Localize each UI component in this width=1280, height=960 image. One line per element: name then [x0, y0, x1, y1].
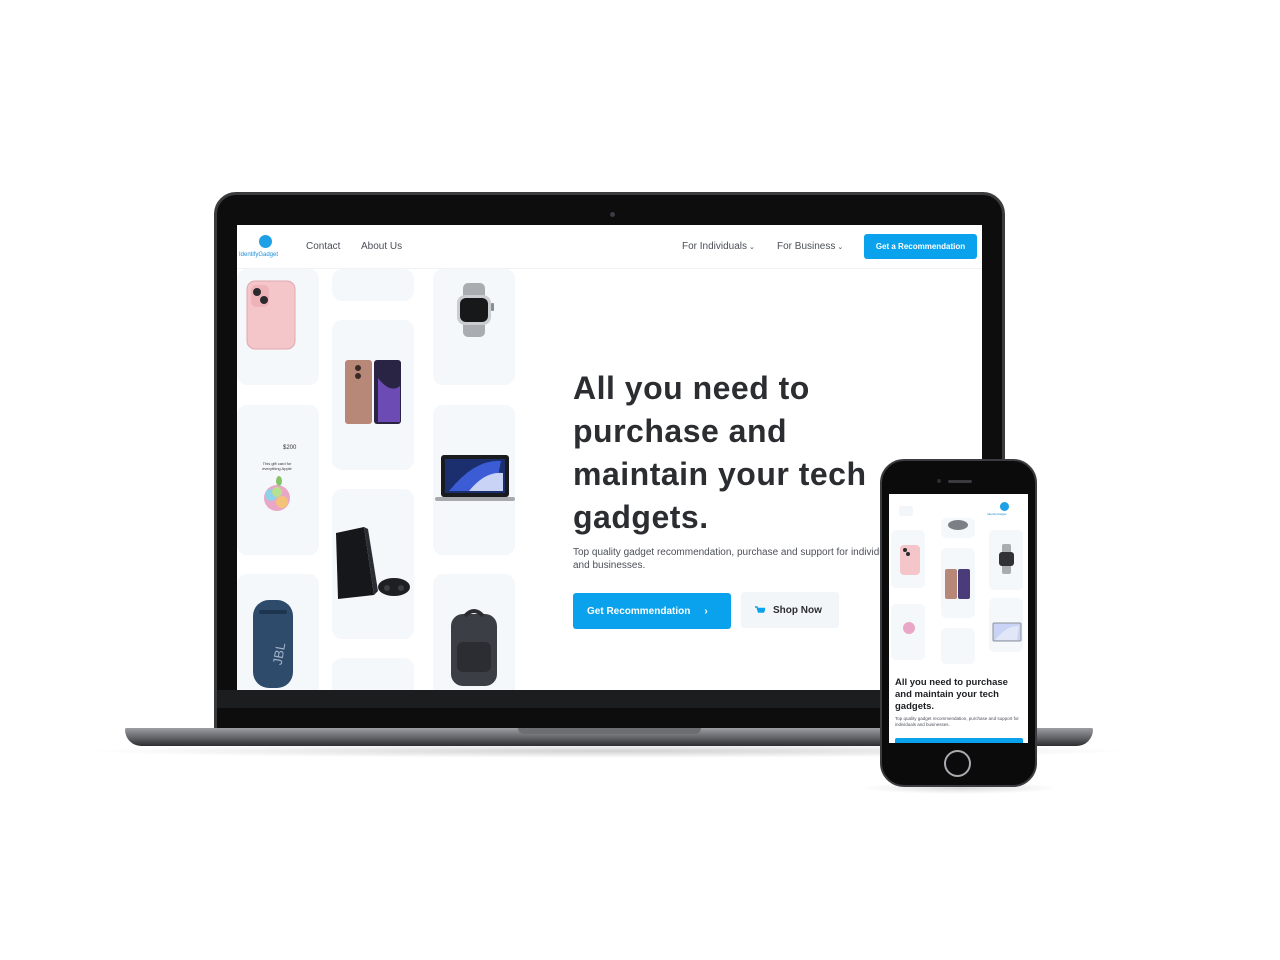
mobile-iphone-image [900, 545, 920, 575]
chevron-down-icon: ⌄ [749, 244, 755, 251]
gift-card-amount: $200 [283, 445, 297, 451]
mobile-fold-image [945, 569, 970, 599]
iphone-image [246, 280, 296, 350]
backpack-image [451, 609, 497, 686]
product-tile-top[interactable] [332, 269, 414, 301]
nav-business-dropdown[interactable]: For Business ⌄ [777, 241, 843, 252]
product-tile-macbook[interactable] [433, 405, 515, 555]
mobile-hero-title: All you need to purchase and maintain yo… [895, 677, 1008, 712]
product-tile-ps4[interactable] [332, 489, 414, 639]
gift-card-text: This gift card for everything Apple [262, 461, 292, 471]
mobile-product-tile[interactable] [989, 598, 1023, 652]
laptop-camera [610, 212, 615, 217]
nav-about-link[interactable]: About Us [361, 241, 402, 252]
galaxy-fold-image [345, 360, 401, 424]
phone-speaker [948, 480, 972, 483]
mobile-ps-image [948, 520, 968, 530]
mobile-macbook-image [992, 622, 1022, 642]
phone-home-button [944, 750, 971, 777]
product-tile-speaker[interactable]: JBL [237, 574, 319, 690]
logo-icon [259, 235, 272, 248]
mobile-hero-subtitle: Top quality gadget recommendation, purch… [895, 716, 1019, 727]
logo-text: IdentifyGadget [239, 252, 279, 258]
mobile-product-tile[interactable] [941, 518, 975, 538]
product-tile-iphone[interactable] [237, 269, 319, 385]
mobile-gift-card-image [903, 622, 915, 634]
get-recommendation-nav-button[interactable]: Get a Recommendation [864, 234, 977, 259]
site-logo[interactable]: IdentifyGadget [239, 233, 289, 263]
mobile-menu-icon[interactable] [899, 506, 913, 516]
macbook-image [435, 455, 515, 501]
mobile-product-tile[interactable] [941, 548, 975, 618]
site-header: IdentifyGadget Contact About Us For Indi… [237, 225, 982, 269]
apple-watch-image [457, 283, 494, 337]
phone-camera [937, 479, 941, 483]
shop-now-label: Shop Now [773, 604, 822, 616]
nav-individuals-label: For Individuals [682, 241, 748, 252]
cart-icon [755, 605, 765, 613]
hero-title-line: All you need to [573, 370, 810, 406]
laptop-notch [518, 728, 701, 734]
product-tile-fold-phone[interactable] [332, 320, 414, 470]
mobile-product-tile[interactable] [941, 628, 975, 664]
nav-business-label: For Business [777, 241, 836, 252]
mobile-logo-icon [1000, 502, 1009, 511]
hero-title-line: purchase and [573, 413, 788, 449]
get-recommendation-button[interactable]: Get Recommendation › [573, 593, 731, 629]
mobile-product-tile[interactable] [989, 530, 1023, 590]
product-tile-watch[interactable] [433, 269, 515, 385]
mobile-product-tile[interactable] [891, 604, 925, 660]
nav-contact-link[interactable]: Contact [306, 241, 340, 252]
product-tile-backpack[interactable] [433, 574, 515, 690]
nav-individuals-dropdown[interactable]: For Individuals ⌄ [682, 241, 755, 252]
hero-subtitle: Top quality gadget recommendation, purch… [573, 547, 898, 571]
laptop-screen: IdentifyGadget Contact About Us For Indi… [237, 225, 982, 690]
product-tile-gift-card[interactable]: $200 This gift card for everything Apple [237, 405, 319, 555]
mobile-watch-image [999, 544, 1014, 574]
jbl-speaker-image: JBL [253, 600, 293, 688]
mobile-product-tile[interactable] [891, 538, 925, 588]
shop-now-button[interactable]: Shop Now [741, 592, 839, 628]
product-tile-bottom[interactable] [332, 658, 414, 690]
phone-screen: IdentifyGadget All you need to purchase … [889, 494, 1028, 743]
get-recommendation-label: Get Recommendation [587, 605, 691, 617]
chevron-down-icon: ⌄ [837, 244, 844, 251]
apple-logo-icon [264, 476, 290, 511]
mobile-logo-text: IdentifyGadget [987, 512, 1007, 516]
chevron-right-icon: › [704, 605, 708, 617]
mobile-get-recommendation-button[interactable] [895, 738, 1023, 743]
playstation-image [336, 527, 410, 599]
